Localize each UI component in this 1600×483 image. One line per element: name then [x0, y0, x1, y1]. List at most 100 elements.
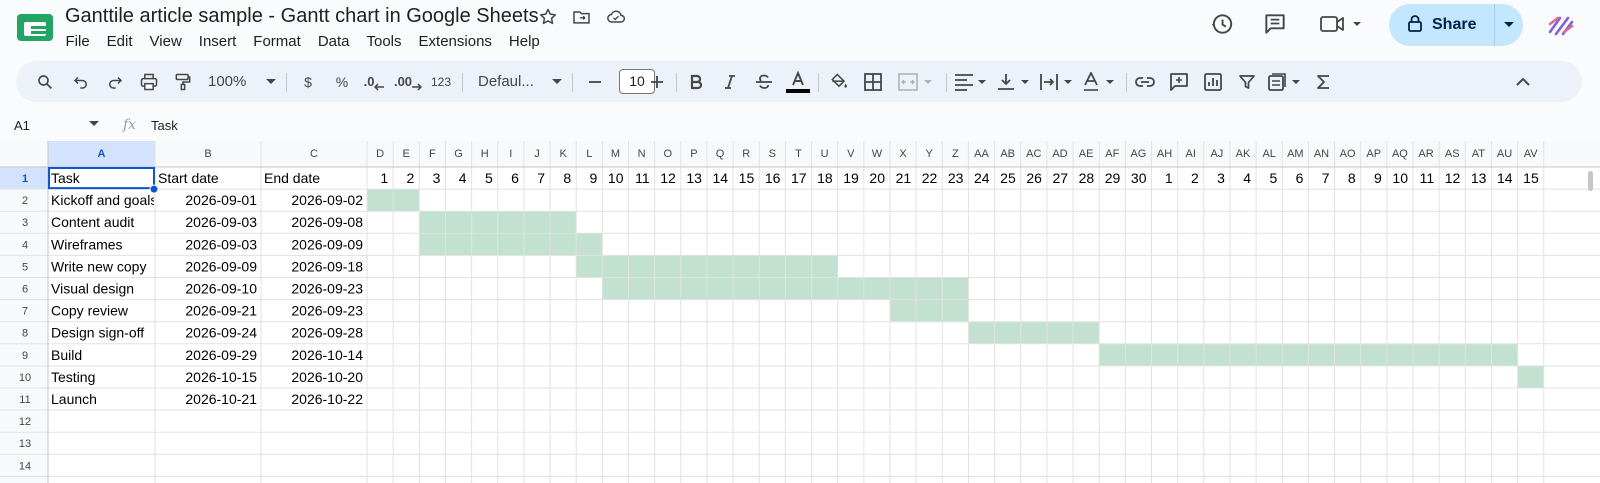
- menu-help[interactable]: Help: [500, 31, 548, 52]
- column-header: AH: [1157, 148, 1172, 160]
- cell-day-label: 8: [563, 170, 571, 186]
- comments-icon[interactable]: [1262, 11, 1288, 42]
- borders-icon[interactable]: [860, 61, 886, 102]
- align-icon[interactable]: [952, 61, 992, 102]
- cell-day-label: 2: [1191, 170, 1199, 186]
- redo-icon[interactable]: [102, 61, 128, 102]
- text-color-icon[interactable]: [784, 61, 812, 102]
- collapse-icon[interactable]: [1510, 61, 1536, 102]
- print-icon[interactable]: [136, 61, 162, 102]
- paint-format-icon[interactable]: [170, 61, 196, 102]
- cell-start-date: 2026-09-24: [185, 325, 257, 341]
- column-header: C: [310, 148, 318, 160]
- cell-day-label: 12: [660, 170, 676, 186]
- filter-views-icon[interactable]: [1266, 61, 1306, 102]
- link-icon[interactable]: [1132, 61, 1158, 102]
- decrease-font-size-icon[interactable]: [582, 61, 608, 102]
- strikethrough-icon[interactable]: [751, 61, 777, 102]
- currency-format-button[interactable]: $: [295, 61, 321, 102]
- decrease-decimal-button[interactable]: .0: [359, 61, 389, 102]
- filter-icon[interactable]: [1234, 61, 1260, 102]
- increase-decimal-button[interactable]: .00: [392, 61, 424, 102]
- cell-end-date: 2026-09-09: [291, 236, 363, 252]
- history-icon[interactable]: [1209, 11, 1235, 42]
- cell-start-date: 2026-09-29: [185, 347, 257, 363]
- sheets-logo-icon[interactable]: [17, 14, 53, 41]
- column-header: AR: [1418, 148, 1433, 160]
- column-header: Q: [716, 148, 725, 160]
- select-all-corner: [0, 141, 46, 165]
- menu-extensions[interactable]: Extensions: [410, 31, 500, 52]
- share-dropdown-icon[interactable]: [1495, 22, 1523, 28]
- menu-tools[interactable]: Tools: [358, 31, 410, 52]
- addon-logo-icon[interactable]: [1547, 12, 1575, 43]
- rotate-icon[interactable]: [1080, 61, 1120, 102]
- zoom-select[interactable]: 100%: [204, 61, 280, 102]
- bold-icon[interactable]: [683, 61, 709, 102]
- gantt-bar: [890, 299, 969, 322]
- arrow-right-icon: [412, 82, 423, 91]
- menu-view[interactable]: View: [141, 31, 190, 52]
- vertical-scrollbar[interactable]: [1588, 171, 1593, 191]
- fill-color-icon[interactable]: [826, 61, 852, 102]
- chevron-down-icon: [552, 78, 562, 84]
- cell-day-label: 4: [1243, 170, 1251, 186]
- cell-day-label: 26: [1026, 170, 1042, 186]
- percent-format-button[interactable]: %: [329, 61, 355, 102]
- star-icon[interactable]: [538, 7, 560, 29]
- cell-header-end: End date: [264, 170, 320, 186]
- move-folder-icon[interactable]: [571, 7, 593, 29]
- cell-task-name: Visual design: [51, 281, 134, 297]
- menu-format[interactable]: Format: [245, 31, 310, 52]
- meet-icon[interactable]: [1319, 12, 1365, 41]
- cell-day-label: 15: [1523, 170, 1539, 186]
- search-icon[interactable]: [32, 61, 58, 102]
- decrease-decimal-label: .0: [363, 74, 375, 89]
- cloud-saved-icon[interactable]: [605, 7, 627, 29]
- spreadsheet-grid[interactable]: A B C D E F G H I J K L M N O P Q R S T U V W X Y Z AA AB AC AD AE AF AG…: [0, 141, 1600, 483]
- document-title[interactable]: Ganttile article sample - Gantt chart in…: [65, 5, 539, 28]
- share-main[interactable]: Share: [1389, 4, 1495, 46]
- column-header: D: [376, 148, 384, 160]
- cell-day-label: 5: [485, 170, 493, 186]
- chart-icon[interactable]: [1200, 61, 1226, 102]
- menu-file[interactable]: File: [57, 31, 98, 52]
- font-select[interactable]: Defaul...: [474, 61, 566, 102]
- column-header: AO: [1340, 148, 1356, 160]
- increase-font-size-icon[interactable]: [644, 61, 670, 102]
- cell-start-date: 2026-09-01: [185, 192, 257, 208]
- column-header: AP: [1366, 148, 1381, 160]
- chevron-down-icon[interactable]: [89, 121, 99, 127]
- formula-input[interactable]: Task: [151, 118, 178, 133]
- column-header: U: [821, 148, 829, 160]
- cell-day-label: 3: [1217, 170, 1225, 186]
- cell-end-date: 2026-09-23: [291, 281, 363, 297]
- undo-icon[interactable]: [68, 61, 94, 102]
- cell-day-label: 16: [765, 170, 781, 186]
- cell-day-label: 12: [1445, 170, 1461, 186]
- name-box[interactable]: A1: [14, 118, 30, 133]
- cell-day-label: 19: [843, 170, 859, 186]
- toolbar-divider: [818, 73, 819, 92]
- menu-edit[interactable]: Edit: [98, 31, 141, 52]
- cell-day-label: 14: [1497, 170, 1513, 186]
- share-button[interactable]: Share: [1389, 4, 1523, 46]
- menu-data[interactable]: Data: [309, 31, 358, 52]
- cell-task-name: Launch: [51, 391, 97, 407]
- cell-task-name: Write new copy: [51, 258, 146, 274]
- menu-insert[interactable]: Insert: [190, 31, 245, 52]
- functions-icon[interactable]: [1310, 61, 1336, 102]
- column-header: AJ: [1210, 148, 1223, 160]
- cell-day-label: 5: [1269, 170, 1277, 186]
- italic-icon[interactable]: [717, 61, 743, 102]
- wrap-icon[interactable]: [1038, 61, 1078, 102]
- merge-icon[interactable]: [894, 61, 940, 102]
- column-header: AD: [1052, 148, 1067, 160]
- more-formats-button[interactable]: 123: [426, 61, 456, 102]
- fill-handle: [149, 184, 159, 194]
- row-header: 8: [22, 328, 28, 340]
- valign-icon[interactable]: [995, 61, 1035, 102]
- cell-task-name: Content audit: [51, 214, 134, 230]
- column-header: AS: [1445, 148, 1460, 160]
- comment-icon[interactable]: [1166, 61, 1192, 102]
